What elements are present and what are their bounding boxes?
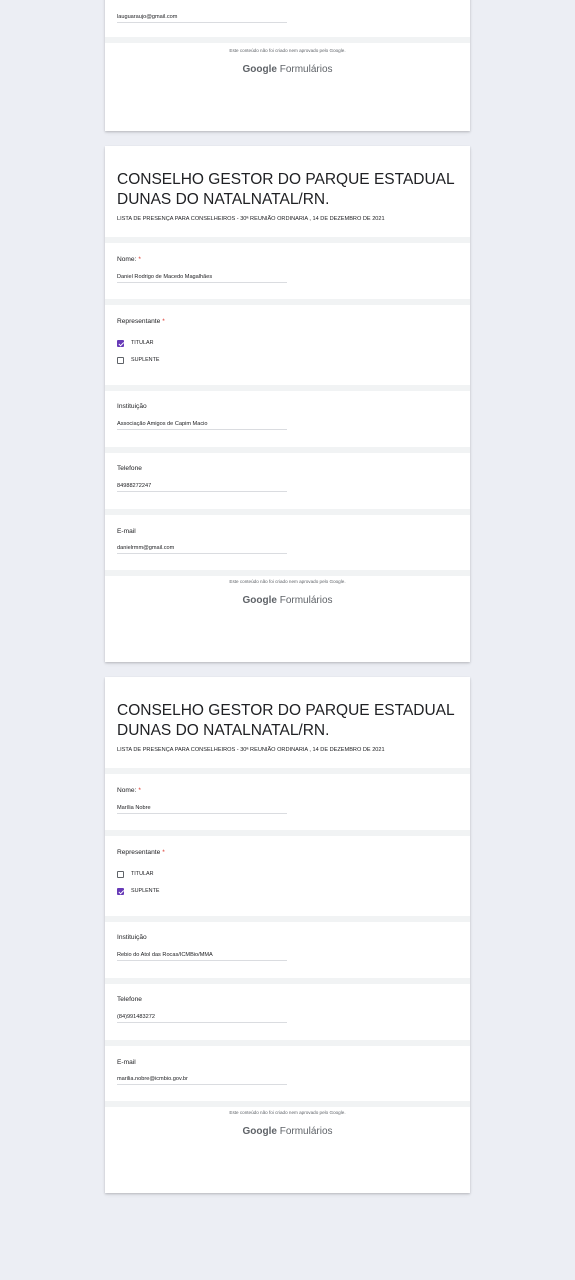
form-sheet-2: CONSELHO GESTOR DO PARQUE ESTADUAL DUNAS… [105,146,470,662]
email-label: E-mail [117,1059,136,1066]
section-divider [105,237,470,243]
option-label: SUPLENTE [131,888,160,894]
instituicao-answer: Rebio do Atol das Rocas/ICMBio/MMA [117,951,287,961]
nome-label: Nome: * [117,787,141,795]
checkbox-checked-icon[interactable] [117,339,124,347]
email-label: E-mail [117,0,136,3]
option-label: TITULAR [131,340,154,346]
google-disclaimer: Este conteúdo não foi criado nem aprovad… [229,579,346,584]
section-divider [105,916,470,922]
telefone-answer: (84)991483272 [117,1013,287,1023]
instituicao-label: Instituição [117,934,147,941]
forms-wordmark: Formulários [279,1126,333,1137]
google-wordmark: Google [242,64,277,75]
nome-label-text: Nome: [117,787,137,794]
instituicao-label: Instituição [117,403,147,410]
forms-wordmark: Formulários [279,64,333,75]
section-divider [105,978,470,984]
section-divider [105,509,470,515]
section-divider [105,37,470,43]
section-divider [105,299,470,305]
section-divider [105,1040,470,1046]
google-forms-logo[interactable]: Google Formulários [105,595,470,606]
required-asterisk: * [162,318,165,325]
section-divider [105,447,470,453]
section-divider [105,1101,470,1107]
section-divider [105,830,470,836]
checkbox-checked-icon[interactable] [117,887,124,895]
google-disclaimer: Este conteúdo não foi criado nem aprovad… [229,48,346,53]
section-divider [105,768,470,774]
google-disclaimer: Este conteúdo não foi criado nem aprovad… [229,1110,346,1115]
section-divider [105,385,470,391]
nome-label-text: Nome: [117,256,137,263]
google-wordmark: Google [242,1126,277,1137]
email-answer: danielrmm@gmail.com [117,544,287,554]
representante-label-text: Representante [117,318,161,325]
telefone-label: Telefone [117,996,142,1003]
google-forms-logo[interactable]: Google Formulários [105,1126,470,1137]
required-asterisk: * [138,256,141,263]
representante-label: Representante * [117,849,165,857]
telefone-answer: 84988272247 [117,482,287,492]
form-description: LISTA DE PRESENÇA PARA CONSELHEIROS - 30… [117,216,385,222]
telefone-label: Telefone [117,465,142,472]
form-sheet-1: E-mail lauguaraujo@gmail.com Este conteú… [105,0,470,131]
checkbox-unchecked-icon[interactable] [117,356,124,364]
representante-label-text: Representante [117,849,161,856]
form-sheet-3: CONSELHO GESTOR DO PARQUE ESTADUAL DUNAS… [105,677,470,1193]
option-label: TITULAR [131,871,154,877]
option-titular[interactable]: TITULAR [117,338,153,348]
email-label: E-mail [117,528,136,535]
representante-label: Representante * [117,318,165,326]
email-answer: marilia.nobre@icmbio.gov.br [117,1075,287,1085]
option-suplente[interactable]: SUPLENTE [117,886,159,896]
google-forms-logo[interactable]: Google Formulários [105,64,470,75]
required-asterisk: * [162,849,165,856]
section-divider [105,570,470,576]
form-title: CONSELHO GESTOR DO PARQUE ESTADUAL DUNAS… [117,702,455,739]
option-suplente[interactable]: SUPLENTE [117,355,159,365]
nome-label: Nome: * [117,256,141,264]
required-asterisk: * [138,787,141,794]
form-description: LISTA DE PRESENÇA PARA CONSELHEIROS - 30… [117,747,385,753]
google-wordmark: Google [242,595,277,606]
form-title: CONSELHO GESTOR DO PARQUE ESTADUAL DUNAS… [117,171,455,208]
email-answer: lauguaraujo@gmail.com [117,13,287,23]
nome-answer: Marília Nobre [117,804,287,814]
checkbox-unchecked-icon[interactable] [117,870,124,878]
forms-wordmark: Formulários [279,595,333,606]
nome-answer: Daniel Rodrigo de Macedo Magalhães [117,273,287,283]
instituicao-answer: Associação Amigos de Capim Macio [117,420,287,430]
option-label: SUPLENTE [131,357,160,363]
option-titular[interactable]: TITULAR [117,869,153,879]
